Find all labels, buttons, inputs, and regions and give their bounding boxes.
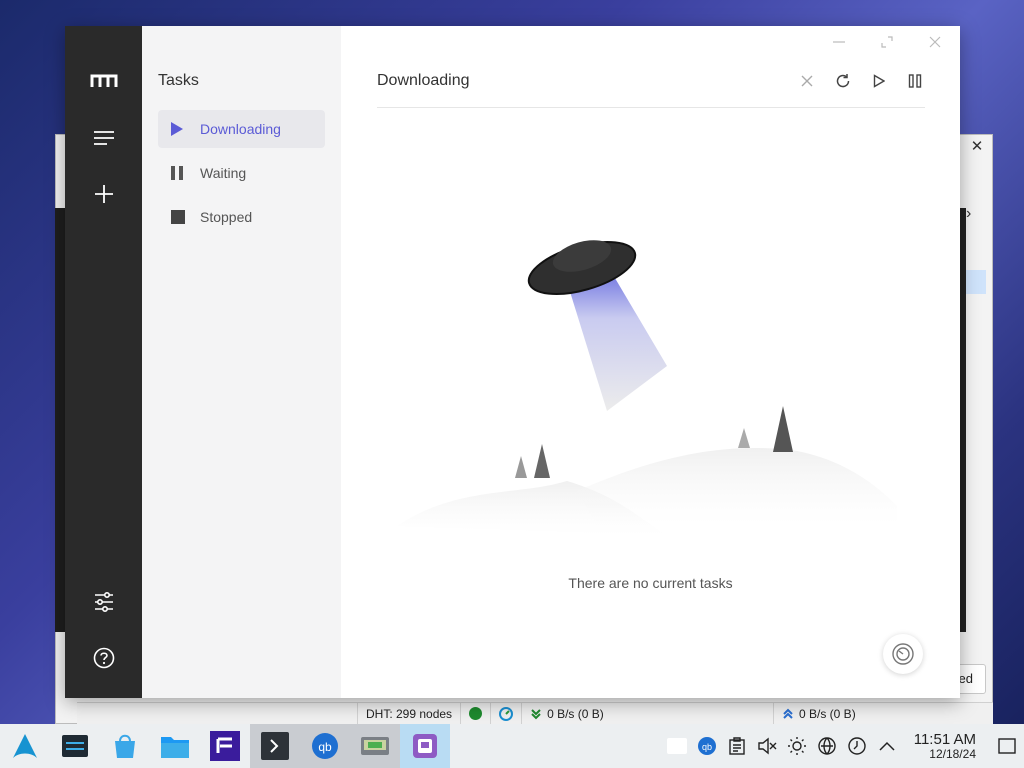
download-speed-text: 0 B/s (0 B) (547, 706, 604, 721)
volume-muted-icon[interactable] (756, 735, 778, 757)
tray-blank-icon[interactable] (666, 735, 688, 757)
speed-limit-icon[interactable] (490, 703, 521, 724)
refresh-icon[interactable] (833, 71, 853, 91)
tray-qbittorrent-icon[interactable]: qb (696, 735, 718, 757)
background-close-icon[interactable]: ✕ (966, 138, 988, 156)
stop-icon (170, 209, 186, 225)
tasks-panel: Tasks Downloading Waiting Stopped (142, 26, 341, 698)
qbittorrent-icon[interactable]: qb (300, 724, 350, 768)
nav-item-stopped[interactable]: Stopped (158, 198, 325, 236)
tasks-title: Tasks (158, 72, 199, 89)
plus-icon[interactable] (89, 179, 119, 209)
clipboard-icon[interactable] (726, 735, 748, 757)
empty-state-illustration (397, 240, 897, 536)
app-rail (65, 26, 142, 698)
content-header: Downloading (377, 72, 925, 108)
nav-item-label: Waiting (200, 165, 247, 181)
play-icon[interactable] (869, 71, 889, 91)
dht-nodes-text: DHT: 299 nodes (366, 706, 453, 721)
motrix-app-icon[interactable] (400, 724, 450, 768)
terminal-icon[interactable] (250, 724, 300, 768)
discover-store-icon[interactable] (100, 724, 150, 768)
nav-item-label: Downloading (200, 121, 281, 137)
taskbar: qb qb 11:51 AM 12/18/24 (0, 724, 1024, 768)
show-desktop-icon[interactable] (996, 735, 1018, 757)
upload-arrow-icon (783, 708, 793, 719)
background-selected-cell (966, 270, 986, 294)
qbittorrent-status-bar: DHT: 299 nodes 0 B/s (0 B) 0 B/s (0 B) (77, 702, 993, 724)
flathub-app-icon[interactable] (200, 724, 250, 768)
download-speed[interactable]: 0 B/s (0 B) (521, 703, 721, 724)
maximize-icon[interactable] (875, 32, 899, 52)
play-icon (170, 121, 186, 137)
speedometer-icon[interactable] (883, 634, 923, 674)
pause-icon[interactable] (905, 71, 925, 91)
clock[interactable]: 11:51 AM 12/18/24 (913, 730, 976, 761)
minimize-icon[interactable] (827, 32, 851, 52)
download-arrow-icon (531, 708, 541, 719)
upload-speed-text: 0 B/s (0 B) (799, 706, 856, 721)
main-content: Downloading There are no current tasks (341, 26, 960, 698)
svg-text:qb: qb (702, 742, 712, 752)
upload-speed[interactable]: 0 B/s (0 B) (773, 703, 993, 724)
connection-status-icon[interactable] (460, 703, 490, 724)
background-chevron-right-icon[interactable]: › (966, 205, 971, 223)
chevron-up-icon[interactable] (876, 735, 898, 757)
brightness-icon[interactable] (786, 735, 808, 757)
app-launcher-icon[interactable] (0, 724, 50, 768)
nav-item-label: Stopped (200, 209, 253, 225)
menu-icon[interactable] (89, 123, 119, 153)
motrix-logo-icon[interactable] (89, 66, 119, 96)
motrix-window: Tasks Downloading Waiting Stopped Downlo… (65, 26, 960, 698)
nav-item-waiting[interactable]: Waiting (158, 154, 325, 192)
updates-icon[interactable] (846, 735, 868, 757)
dht-status: DHT: 299 nodes (357, 703, 460, 724)
window-close-icon[interactable] (923, 32, 947, 52)
settings-sliders-icon[interactable] (89, 587, 119, 617)
system-tray: qb 11:51 AM 12/18/24 (666, 730, 1024, 761)
empty-state-message: There are no current tasks (568, 575, 733, 591)
svg-text:qb: qb (318, 740, 332, 754)
file-manager-icon[interactable] (150, 724, 200, 768)
network-icon[interactable] (816, 735, 838, 757)
help-icon[interactable] (89, 643, 119, 673)
pause-icon (170, 165, 186, 181)
clock-time: 11:51 AM (913, 730, 976, 748)
system-settings-icon[interactable] (50, 724, 100, 768)
disk-utility-icon[interactable] (350, 724, 400, 768)
page-title: Downloading (377, 72, 470, 89)
close-icon[interactable] (797, 71, 817, 91)
clock-date: 12/18/24 (929, 746, 976, 761)
nav-item-downloading[interactable]: Downloading (158, 110, 325, 148)
